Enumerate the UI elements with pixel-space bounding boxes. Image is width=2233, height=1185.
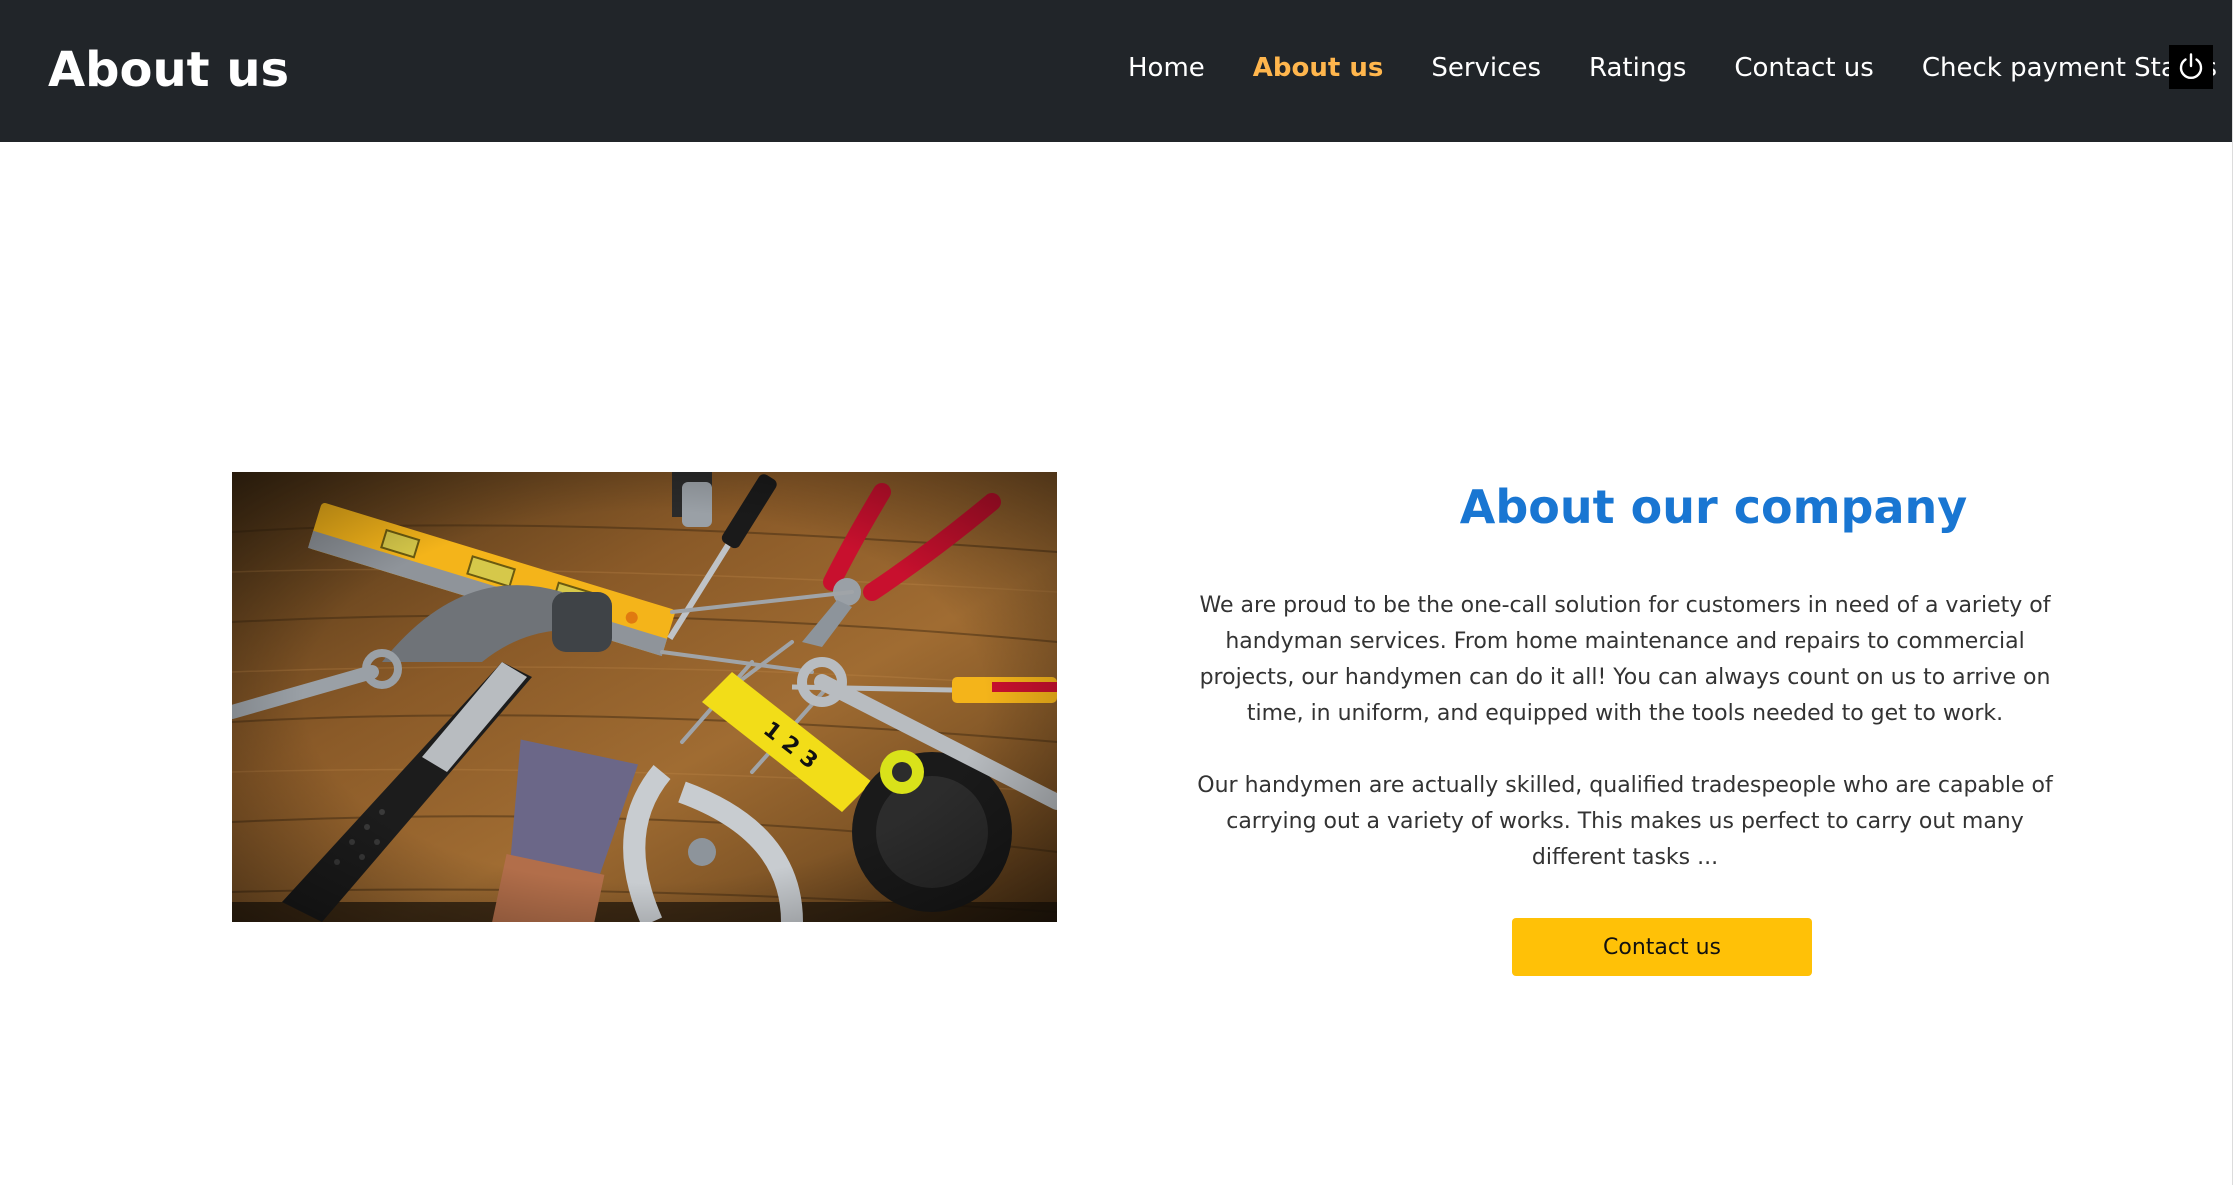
about-paragraph-2: Our handymen are actually skilled, quali…	[1197, 773, 2053, 870]
page-title: About us	[48, 42, 290, 98]
contact-us-button[interactable]: Contact us	[1512, 918, 1812, 976]
nav-about-us[interactable]: About us	[1253, 48, 1384, 88]
nav-services[interactable]: Services	[1431, 48, 1541, 88]
about-paragraph-1: We are proud to be the one-call solution…	[1199, 593, 2051, 726]
logout-button[interactable]	[2169, 45, 2213, 89]
power-icon	[2179, 53, 2203, 80]
nav-contact-us[interactable]: Contact us	[1734, 48, 1873, 88]
about-title: About our company	[1459, 480, 1968, 534]
nav-ratings[interactable]: Ratings	[1589, 48, 1686, 88]
page: About us Home About us Services Ratings …	[0, 0, 2233, 1185]
tools-photo: 1 2 3	[232, 472, 1057, 922]
main-nav: Home About us Services Ratings Contact u…	[1128, 48, 2217, 88]
nav-home[interactable]: Home	[1128, 48, 1205, 88]
top-navbar: About us Home About us Services Ratings …	[0, 0, 2233, 142]
